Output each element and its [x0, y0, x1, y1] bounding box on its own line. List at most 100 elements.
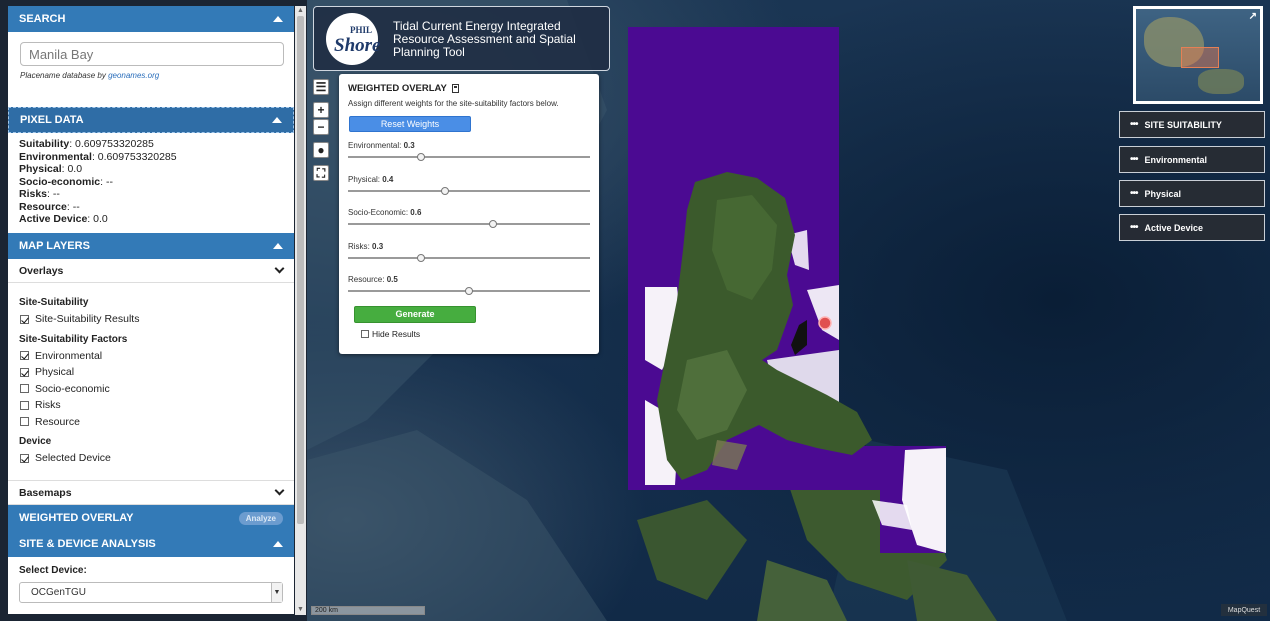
checkbox[interactable] — [20, 367, 29, 377]
site-device-body: Select Device: OCGenTGU ▼ — [8, 557, 294, 603]
checkbox[interactable] — [20, 453, 29, 463]
slider-thumb[interactable] — [465, 287, 473, 295]
zoom-in-button[interactable]: + — [313, 102, 329, 118]
search-panel-title: Search — [19, 13, 66, 25]
pixel-data-panel-header[interactable]: Pixel Data — [8, 107, 294, 133]
dots-icon: ••• — [1130, 188, 1138, 199]
site-device-panel-header[interactable]: Site & Device Analysis — [8, 531, 294, 557]
layer-group-title: Site-Suitability Factors — [19, 333, 128, 345]
map-layers-panel-title: Map Layers — [19, 240, 90, 252]
pixel-row: Suitability: 0.609753320285 — [19, 138, 154, 150]
chevron-down-icon — [274, 485, 285, 496]
weighted-overlay-panel-title: Weighted Overlay — [19, 512, 134, 524]
weight-sliders: Environmental: 0.3 Physical: 0.4 Socio-E… — [348, 132, 590, 300]
slider-thumb[interactable] — [416, 253, 425, 262]
selected-device-marker[interactable] — [818, 316, 832, 330]
search-input[interactable] — [20, 42, 284, 66]
slider-physical: Physical: 0.4 — [348, 166, 590, 200]
chevron-up-icon — [273, 16, 283, 22]
philshore-logo: PHIL Shore — [326, 13, 380, 65]
layer-socio-economic[interactable]: Socio-economic — [19, 381, 283, 398]
weighted-overlay-description: Assign different weights for the site-su… — [348, 99, 559, 108]
slider-track[interactable] — [348, 186, 590, 195]
sidebar-scrollbar[interactable]: ▲ ▼ — [295, 6, 306, 615]
pixel-row: Physical: 0.0 — [19, 163, 83, 175]
slider-track[interactable] — [348, 287, 590, 295]
analyze-badge: Analyze — [238, 511, 283, 525]
chevron-up-icon — [273, 541, 283, 547]
legend-site-suitability[interactable]: ••• SITE SUITABILITY — [1119, 111, 1265, 138]
pixel-data-body: Suitability: 0.609753320285 Environmenta… — [8, 133, 294, 233]
layer-site-suitability-results[interactable]: Site-Suitability Results — [19, 311, 283, 328]
device-select-value: OCGenTGU — [31, 587, 87, 598]
weighted-overlay-panel-header[interactable]: Weighted Overlay Analyze — [8, 505, 294, 531]
dots-icon: ••• — [1130, 119, 1138, 130]
generate-button[interactable]: Generate — [354, 305, 476, 323]
layer-physical[interactable]: Physical — [19, 364, 283, 381]
slider-thumb[interactable] — [416, 153, 425, 161]
slider-thumb[interactable] — [440, 186, 449, 195]
search-note-text: Placename database by — [20, 71, 109, 80]
legend-physical[interactable]: ••• Physical — [1119, 180, 1265, 207]
globe-icon[interactable]: ● — [313, 142, 329, 158]
chevron-down-icon — [274, 263, 285, 274]
layers-list: Site-Suitability Site-Suitability Result… — [8, 283, 294, 480]
checkbox[interactable] — [20, 314, 29, 324]
map-layers-panel-header[interactable]: Map Layers — [8, 233, 294, 259]
checkbox[interactable] — [20, 400, 29, 410]
legend-environmental[interactable]: ••• Environmental — [1119, 146, 1265, 173]
geonames-link[interactable]: geonames.org — [108, 71, 159, 80]
slider-track[interactable] — [348, 253, 590, 262]
layer-environmental[interactable]: Environmental — [19, 348, 283, 365]
scrollbar-thumb[interactable] — [297, 16, 304, 524]
basemaps-toggle[interactable]: Basemaps — [8, 480, 294, 505]
checkbox[interactable] — [20, 384, 29, 394]
chevron-up-icon — [273, 243, 283, 249]
app-title-box: PHIL Shore Tidal Current Energy Integrat… — [313, 6, 610, 71]
scale-bar: 200 km — [311, 606, 425, 615]
chevron-up-icon — [272, 117, 282, 123]
pixel-row: Resource: -- — [19, 200, 80, 213]
dots-icon: ••• — [1130, 154, 1138, 165]
layer-resource[interactable]: Resource — [19, 414, 283, 431]
slider-track[interactable] — [348, 153, 590, 161]
zoom-out-button[interactable]: − — [313, 119, 329, 135]
basemaps-label: Basemaps — [19, 486, 72, 499]
checkbox[interactable] — [20, 351, 29, 361]
hide-results-toggle[interactable]: Hide Results — [361, 329, 590, 339]
scroll-up-icon[interactable]: ▲ — [295, 6, 306, 16]
device-select[interactable]: OCGenTGU ▼ — [19, 582, 283, 603]
select-device-label: Select Device: — [19, 565, 87, 576]
slider-risks: Risks: 0.3 — [348, 233, 590, 267]
weighted-overlay-title: WEIGHTED OVERLAY — [348, 83, 590, 94]
scroll-down-icon[interactable]: ▼ — [295, 605, 306, 615]
attribution[interactable]: MapQuest — [1221, 604, 1267, 616]
layer-group-title: Site-Suitability — [19, 297, 89, 308]
slider-thumb[interactable] — [489, 220, 498, 228]
checkbox[interactable] — [361, 329, 369, 338]
pixel-row: Active Device: 0.0 — [19, 213, 108, 225]
search-panel-body: Placename database by geonames.org — [8, 32, 294, 107]
expand-icon[interactable]: ↗ — [1249, 11, 1257, 22]
slider-environmental: Environmental: 0.3 — [348, 132, 590, 166]
fullscreen-icon[interactable]: ⛶ — [313, 165, 329, 181]
app-title: Tidal Current Energy Integrated Resource… — [393, 19, 576, 59]
layer-selected-device[interactable]: Selected Device — [19, 450, 283, 467]
overlays-label: Overlays — [19, 264, 64, 277]
minimap[interactable]: ↗ — [1133, 6, 1263, 104]
map-view[interactable]: PHIL Shore Tidal Current Energy Integrat… — [307, 0, 1270, 621]
pixel-row: Environmental: 0.609753320285 — [19, 150, 177, 163]
layers-menu-icon[interactable]: ☰ — [313, 79, 329, 95]
slider-track[interactable] — [348, 220, 590, 228]
weighted-overlay-panel: WEIGHTED OVERLAY Assign different weight… — [339, 74, 599, 354]
dots-icon: ••• — [1130, 222, 1138, 233]
overlays-toggle[interactable]: Overlays — [8, 259, 294, 283]
pixel-row: Risks: -- — [19, 188, 60, 200]
checkbox[interactable] — [20, 417, 29, 427]
minimap-viewport[interactable] — [1181, 47, 1219, 68]
layer-risks[interactable]: Risks — [19, 397, 283, 414]
legend-active-device[interactable]: ••• Active Device — [1119, 214, 1265, 241]
sidebar: Search Placename database by geonames.or… — [0, 0, 307, 621]
reset-weights-button[interactable]: Reset Weights — [349, 116, 471, 132]
search-panel-header[interactable]: Search — [8, 6, 294, 32]
